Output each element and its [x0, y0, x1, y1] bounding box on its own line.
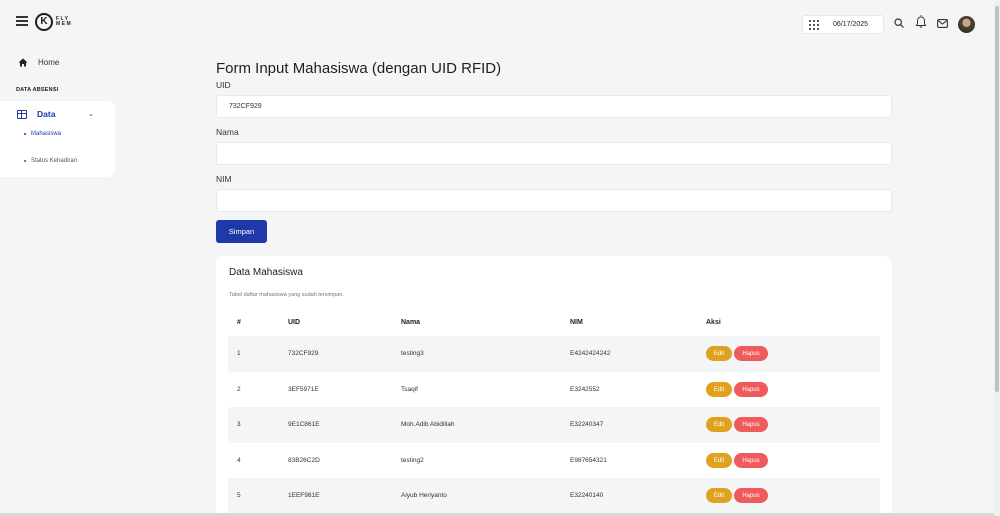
nama-label: Nama	[216, 127, 239, 137]
chevron-down-icon[interactable]: ⌄	[88, 110, 94, 118]
data-mahasiswa-card: Data Mahasiswa Tabel daftar mahasiswa ya…	[216, 256, 892, 516]
cell-uid: 1EEF981E	[288, 492, 320, 499]
table-row: 1 732CF929 testing3 E4242424242 Edit Hap…	[228, 336, 880, 372]
sidebar-item-label: Home	[38, 58, 60, 67]
cell-uid: 732CF929	[288, 350, 319, 357]
sidebar-group-data: Data ⌄ Mahasiswa Status Kehadiran	[0, 101, 115, 199]
column-header: Aksi	[706, 319, 721, 326]
cell-nama: Tsaqif	[401, 386, 418, 393]
simpan-button[interactable]: Simpan	[216, 220, 267, 243]
hapus-button[interactable]: Hapus	[734, 382, 768, 397]
calendar-icon	[809, 19, 819, 30]
page-title: Form Input Mahasiswa (dengan UID RFID)	[216, 60, 502, 77]
date-picker[interactable]: 06/17/2025	[802, 15, 884, 34]
cell-no: 2	[237, 386, 241, 393]
sidebar-item-data[interactable]: Data	[17, 109, 55, 119]
sidebar-item-label: Mahasiswa	[31, 131, 62, 137]
avatar[interactable]	[958, 16, 975, 33]
top-bar: K FLY MEM 06/17/2025	[0, 0, 994, 50]
edit-button[interactable]: Edit	[706, 382, 732, 397]
uid-field[interactable]	[216, 95, 892, 118]
divider	[0, 198, 115, 199]
scrollbar-thumb[interactable]	[995, 6, 999, 392]
menu-icon[interactable]	[16, 16, 28, 26]
column-header: #	[237, 319, 241, 326]
uid-label: UID	[216, 80, 231, 90]
cell-nama: testing2	[401, 457, 424, 464]
nim-label: NIM	[216, 174, 232, 184]
bullet-icon	[24, 160, 26, 162]
cell-no: 4	[237, 457, 241, 464]
cell-nim: E32240347	[570, 421, 604, 428]
nim-field[interactable]	[216, 189, 892, 212]
table-row: 3 9E1C861E Moh.Adib Abidillah E32240347 …	[228, 407, 880, 443]
column-header: NIM	[570, 319, 583, 326]
table-row: 4 83B26C2D testing2 E987654321 Edit Hapu…	[228, 443, 880, 479]
scrollbar[interactable]	[994, 0, 1000, 516]
hapus-button[interactable]: Hapus	[734, 488, 768, 503]
nama-field[interactable]	[216, 142, 892, 165]
hapus-button[interactable]: Hapus	[734, 346, 768, 361]
cell-nim: E32240140	[570, 492, 604, 499]
sidebar-item-home[interactable]: Home	[18, 58, 59, 67]
logo-mark: K	[35, 13, 53, 31]
edit-button[interactable]: Edit	[706, 417, 732, 432]
cell-no: 3	[237, 421, 241, 428]
mail-icon[interactable]	[937, 19, 948, 28]
column-header: Nama	[401, 319, 421, 326]
bullet-icon	[24, 133, 26, 135]
sidebar-item-status-kehadiran[interactable]: Status Kehadiran	[24, 158, 77, 164]
table-icon	[17, 109, 27, 119]
bell-icon[interactable]	[915, 15, 927, 29]
search-icon[interactable]	[894, 18, 904, 28]
card-subtitle: Tabel daftar mahasiswa yang sudah tersim…	[229, 292, 344, 298]
column-header: UID	[288, 319, 301, 326]
cell-no: 1	[237, 350, 241, 357]
date-value: 06/17/2025	[833, 21, 869, 28]
cell-nama: testing3	[401, 350, 424, 357]
cell-uid: 83B26C2D	[288, 457, 320, 464]
hapus-button[interactable]: Hapus	[734, 453, 768, 468]
cell-no: 5	[237, 492, 241, 499]
cell-nim: E4242424242	[570, 350, 611, 357]
sidebar-item-mahasiswa[interactable]: Mahasiswa	[24, 131, 61, 137]
hapus-button[interactable]: Hapus	[734, 417, 768, 432]
sidebar-item-label: Status Kehadiran	[31, 158, 78, 164]
edit-button[interactable]: Edit	[706, 488, 732, 503]
section-label: DATA ABSENSI	[16, 87, 59, 93]
logo-text: FLY MEM	[56, 16, 73, 27]
table-row: 2 3EF5971E Tsaqif E3242552 Edit Hapus	[228, 372, 880, 408]
sidebar-item-label: Data	[37, 109, 56, 119]
logo[interactable]: K FLY MEM	[35, 13, 78, 31]
home-icon	[18, 58, 28, 67]
cell-nama: Aiyub Heriyanto	[401, 492, 447, 499]
cell-uid: 3EF5971E	[288, 386, 319, 393]
cell-nama: Moh.Adib Abidillah	[401, 421, 455, 428]
edit-button[interactable]: Edit	[706, 346, 732, 361]
cell-nim: E3242552	[570, 386, 600, 393]
cell-uid: 9E1C861E	[288, 421, 320, 428]
table-row: 5 1EEF981E Aiyub Heriyanto E32240140 Edi…	[228, 478, 880, 514]
edit-button[interactable]: Edit	[706, 453, 732, 468]
cell-nim: E987654321	[570, 457, 607, 464]
card-title: Data Mahasiswa	[229, 267, 303, 278]
